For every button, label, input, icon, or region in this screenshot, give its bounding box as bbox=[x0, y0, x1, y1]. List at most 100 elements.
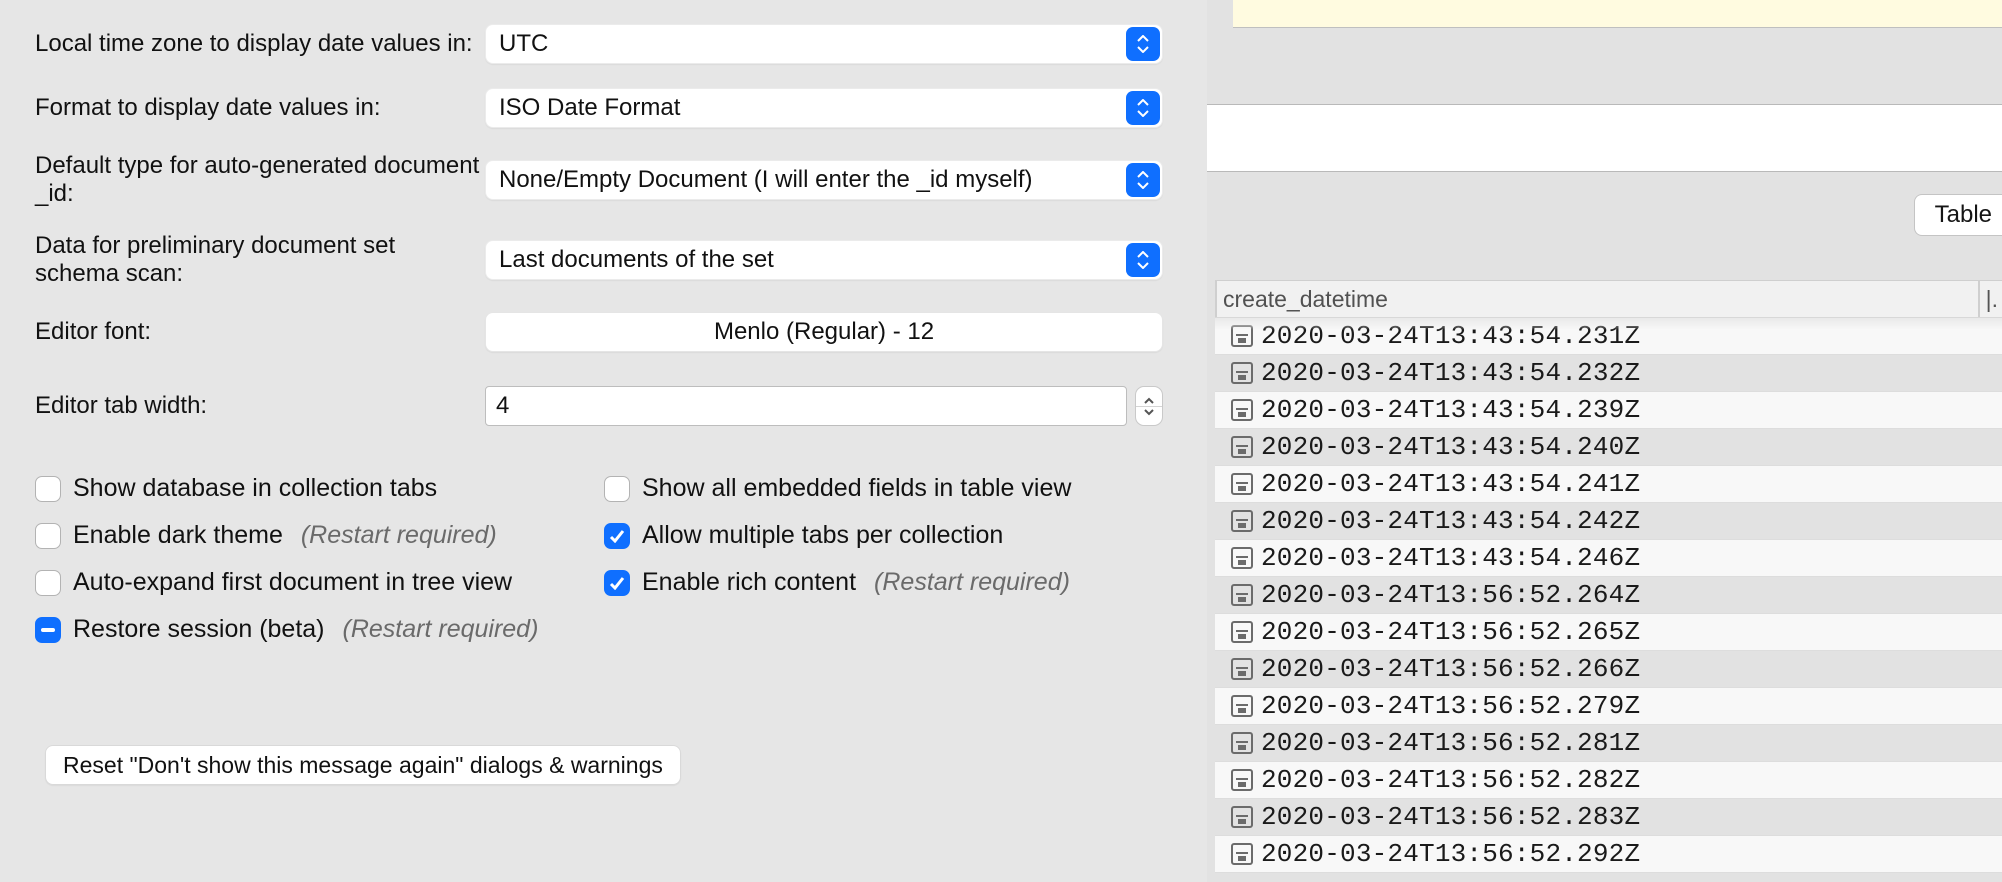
date-icon bbox=[1231, 658, 1253, 680]
table-row[interactable]: 2020-03-24T13:43:54.242Z bbox=[1215, 503, 2002, 540]
datetime-value: 2020-03-24T13:43:54.240Z bbox=[1261, 432, 1640, 462]
check-show-db-tabs[interactable]: Show database in collection tabs bbox=[35, 474, 594, 503]
datetime-value: 2020-03-24T13:56:52.266Z bbox=[1261, 654, 1640, 684]
id-type-label: Default type for auto-generated document… bbox=[35, 152, 485, 208]
table-column-header[interactable]: create_datetime |. bbox=[1215, 280, 2002, 318]
timezone-label: Local time zone to display date values i… bbox=[35, 30, 485, 58]
checkbox-mixed-icon bbox=[35, 617, 61, 643]
datetime-value: 2020-03-24T13:56:52.279Z bbox=[1261, 691, 1640, 721]
check-rich-content[interactable]: Enable rich content (Restart required) bbox=[604, 568, 1163, 597]
schema-scan-select[interactable]: Last documents of the set bbox=[485, 240, 1163, 280]
datetime-value: 2020-03-24T13:43:54.239Z bbox=[1261, 395, 1640, 425]
datetime-value: 2020-03-24T13:43:54.241Z bbox=[1261, 469, 1640, 499]
check-label: Show database in collection tabs bbox=[73, 474, 437, 503]
date-icon bbox=[1231, 843, 1253, 865]
check-label: Allow multiple tabs per collection bbox=[642, 521, 1003, 550]
checkbox-icon bbox=[35, 570, 61, 596]
date-icon bbox=[1231, 473, 1253, 495]
checkbox-checked-icon bbox=[604, 523, 630, 549]
check-label: Enable rich content bbox=[642, 568, 856, 597]
table-row[interactable]: 2020-03-24T13:56:52.264Z bbox=[1215, 577, 2002, 614]
chevron-up-down-icon bbox=[1126, 163, 1160, 197]
settings-panel: Local time zone to display date values i… bbox=[5, 0, 1203, 840]
datetime-value: 2020-03-24T13:56:52.281Z bbox=[1261, 728, 1640, 758]
checkbox-icon bbox=[604, 476, 630, 502]
view-mode-table-button[interactable]: Table bbox=[1914, 194, 2002, 236]
table-row[interactable]: 2020-03-24T13:56:52.292Z bbox=[1215, 836, 2002, 873]
date-icon bbox=[1231, 362, 1253, 384]
check-hint: (Restart required) bbox=[874, 568, 1070, 597]
check-auto-expand[interactable]: Auto-expand first document in tree view bbox=[35, 568, 594, 597]
table-row[interactable]: 2020-03-24T13:56:52.282Z bbox=[1215, 762, 2002, 799]
view-mode-label: Table bbox=[1935, 201, 1992, 229]
table-row[interactable]: 2020-03-24T13:56:52.265Z bbox=[1215, 614, 2002, 651]
setting-row-id-type: Default type for auto-generated document… bbox=[35, 152, 1163, 208]
right-pane: Table create_datetime |. 2020-03-24T13:4… bbox=[1207, 0, 2002, 882]
date-icon bbox=[1231, 584, 1253, 606]
chevron-down-icon bbox=[1143, 408, 1155, 416]
date-icon bbox=[1231, 695, 1253, 717]
timezone-select[interactable]: UTC bbox=[485, 24, 1163, 64]
check-label: Restore session (beta) bbox=[73, 615, 325, 644]
date-icon bbox=[1231, 325, 1253, 347]
schema-scan-value: Last documents of the set bbox=[499, 246, 774, 274]
datetime-value: 2020-03-24T13:43:54.232Z bbox=[1261, 358, 1640, 388]
date-icon bbox=[1231, 399, 1253, 421]
datetime-value: 2020-03-24T13:43:54.242Z bbox=[1261, 506, 1640, 536]
date-icon bbox=[1231, 732, 1253, 754]
column-name: create_datetime bbox=[1223, 286, 1388, 313]
timezone-value: UTC bbox=[499, 30, 548, 58]
id-type-value: None/Empty Document (I will enter the _i… bbox=[499, 166, 1033, 194]
date-icon bbox=[1231, 621, 1253, 643]
table-row[interactable]: 2020-03-24T13:43:54.232Z bbox=[1215, 355, 2002, 392]
check-hint: (Restart required) bbox=[343, 615, 539, 644]
table-row[interactable]: 2020-03-24T13:56:52.279Z bbox=[1215, 688, 2002, 725]
toolbar-strip bbox=[1207, 104, 2002, 172]
datetime-value: 2020-03-24T13:43:54.246Z bbox=[1261, 543, 1640, 573]
check-label: Auto-expand first document in tree view bbox=[73, 568, 512, 597]
check-restore-session[interactable]: Restore session (beta) (Restart required… bbox=[35, 615, 594, 644]
date-icon bbox=[1231, 510, 1253, 532]
tab-width-input[interactable] bbox=[485, 386, 1127, 426]
editor-font-button[interactable]: Menlo (Regular) - 12 bbox=[485, 312, 1163, 352]
datetime-value: 2020-03-24T13:56:52.283Z bbox=[1261, 802, 1640, 832]
datetime-value: 2020-03-24T13:56:52.282Z bbox=[1261, 765, 1640, 795]
table-row[interactable]: 2020-03-24T13:56:52.281Z bbox=[1215, 725, 2002, 762]
schema-scan-label: Data for preliminary document set schema… bbox=[35, 232, 485, 288]
chevron-up-down-icon bbox=[1126, 91, 1160, 125]
tab-width-label: Editor tab width: bbox=[35, 392, 485, 420]
chevron-up-down-icon bbox=[1126, 243, 1160, 277]
check-show-all-fields[interactable]: Show all embedded fields in table view bbox=[604, 474, 1163, 503]
setting-row-schema-scan: Data for preliminary document set schema… bbox=[35, 232, 1163, 288]
editor-font-label: Editor font: bbox=[35, 318, 485, 346]
table-row[interactable]: 2020-03-24T13:43:54.246Z bbox=[1215, 540, 2002, 577]
setting-row-timezone: Local time zone to display date values i… bbox=[35, 24, 1163, 64]
check-hint: (Restart required) bbox=[301, 521, 497, 550]
datetime-value: 2020-03-24T13:43:54.231Z bbox=[1261, 321, 1640, 351]
date-icon bbox=[1231, 806, 1253, 828]
top-banner bbox=[1233, 0, 2002, 28]
table-row[interactable]: 2020-03-24T13:43:54.240Z bbox=[1215, 429, 2002, 466]
datetime-value: 2020-03-24T13:56:52.265Z bbox=[1261, 617, 1640, 647]
check-label: Show all embedded fields in table view bbox=[642, 474, 1071, 503]
checkbox-checked-icon bbox=[604, 570, 630, 596]
date-icon bbox=[1231, 547, 1253, 569]
datetime-list[interactable]: 2020-03-24T13:43:54.231Z 2020-03-24T13:43… bbox=[1215, 318, 2002, 873]
date-format-label: Format to display date values in: bbox=[35, 94, 485, 122]
table-row[interactable]: 2020-03-24T13:43:54.239Z bbox=[1215, 392, 2002, 429]
table-row[interactable]: 2020-03-24T13:43:54.241Z bbox=[1215, 466, 2002, 503]
table-row[interactable]: 2020-03-24T13:43:54.231Z bbox=[1215, 318, 2002, 355]
table-row[interactable]: 2020-03-24T13:56:52.266Z bbox=[1215, 651, 2002, 688]
checkbox-icon bbox=[35, 523, 61, 549]
reset-dialogs-button[interactable]: Reset "Don't show this message again" di… bbox=[45, 745, 681, 785]
tab-width-stepper[interactable] bbox=[1135, 386, 1163, 426]
table-row[interactable]: 2020-03-24T13:56:52.283Z bbox=[1215, 799, 2002, 836]
setting-row-date-format: Format to display date values in: ISO Da… bbox=[35, 88, 1163, 128]
setting-row-editor-font: Editor font: Menlo (Regular) - 12 bbox=[35, 312, 1163, 352]
date-format-select[interactable]: ISO Date Format bbox=[485, 88, 1163, 128]
check-label: Enable dark theme bbox=[73, 521, 283, 550]
check-dark-theme[interactable]: Enable dark theme (Restart required) bbox=[35, 521, 594, 550]
id-type-select[interactable]: None/Empty Document (I will enter the _i… bbox=[485, 160, 1163, 200]
chevron-up-down-icon bbox=[1126, 27, 1160, 61]
check-multi-tabs[interactable]: Allow multiple tabs per collection bbox=[604, 521, 1163, 550]
